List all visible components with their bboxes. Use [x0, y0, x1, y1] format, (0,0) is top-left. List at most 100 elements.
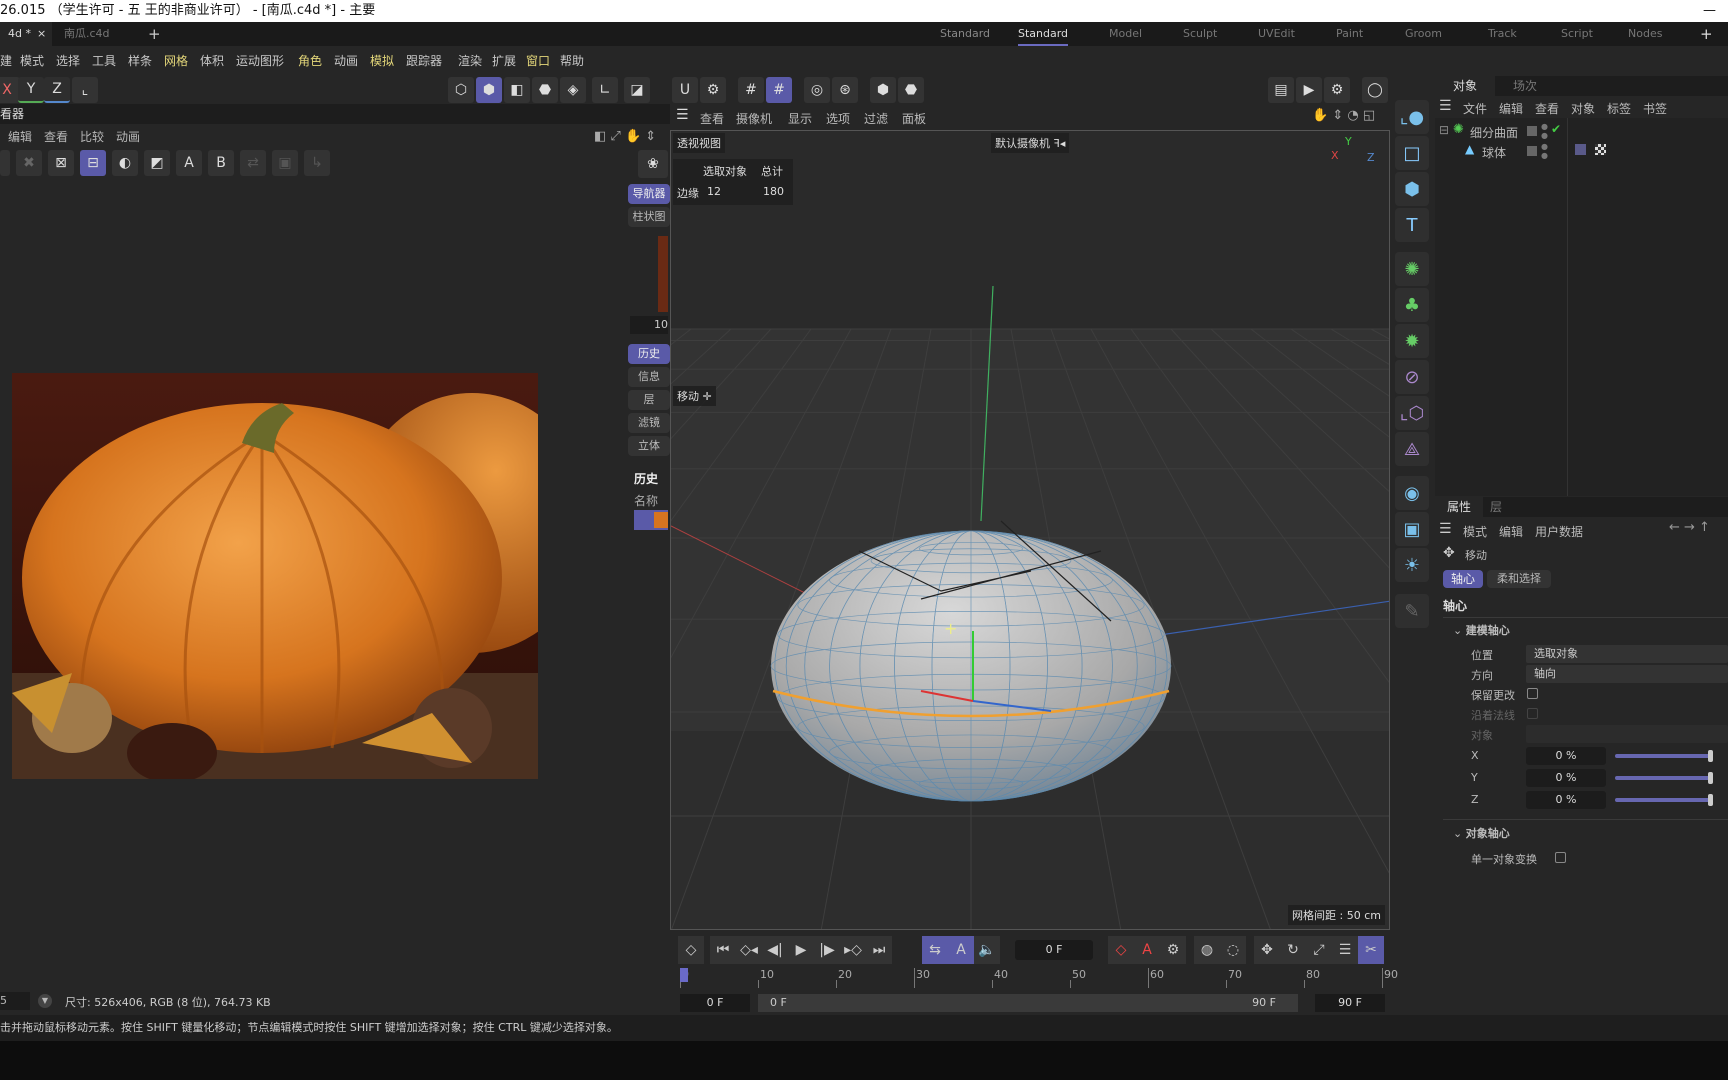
frame-range-slider[interactable]: 0 F 90 F: [758, 994, 1298, 1012]
tab-soft-selection[interactable]: 柔和选择: [1487, 570, 1551, 588]
layout-tab-nodes[interactable]: Nodes: [1628, 22, 1662, 46]
compare-a-button[interactable]: A: [176, 150, 202, 176]
play-icon[interactable]: ▶: [788, 936, 814, 964]
object-axis-icon[interactable]: ⌞●: [1395, 100, 1429, 134]
axis-y-value[interactable]: 0 %: [1526, 769, 1606, 787]
compare-b-button[interactable]: B: [208, 150, 234, 176]
deformer-icon[interactable]: ⬢: [870, 77, 896, 103]
slider-handle[interactable]: [1708, 794, 1713, 806]
motion-icon[interactable]: ◌: [1220, 936, 1246, 964]
slider-handle[interactable]: [1708, 772, 1713, 784]
zoom-value[interactable]: 10: [630, 316, 668, 334]
side-tab[interactable]: 信息: [628, 367, 670, 387]
position-key-icon[interactable]: ✥: [1254, 936, 1280, 964]
playhead[interactable]: [680, 968, 688, 982]
settings-flower-icon[interactable]: ❀: [638, 150, 668, 178]
hamburger-menu-icon[interactable]: ☰: [676, 107, 689, 123]
spline-icon[interactable]: □: [1395, 136, 1429, 170]
3d-viewport[interactable]: + 透视视图 默认摄像机 ꟻ◂ 选取对象 总计 边缘 12 180 移动 ✛ XYZ …: [670, 130, 1390, 930]
object-menu-item[interactable]: 文件: [1463, 100, 1487, 117]
snap-settings-icon[interactable]: ⚙: [700, 77, 726, 103]
layout-tab-script[interactable]: Script: [1561, 22, 1593, 46]
coordinate-system-icon[interactable]: ⌞: [72, 77, 98, 103]
text-icon[interactable]: T: [1395, 208, 1429, 242]
volume-icon[interactable]: ⟁: [1395, 432, 1429, 466]
x-axis-toggle[interactable]: X: [0, 77, 20, 103]
start-frame-field[interactable]: 0 F: [680, 994, 750, 1012]
export-icon[interactable]: ↳: [304, 150, 330, 176]
timeline-ruler[interactable]: 0102030405060708090: [680, 968, 1398, 990]
pla-key-icon[interactable]: ✂: [1358, 936, 1384, 964]
object-menu-item[interactable]: 书签: [1643, 100, 1667, 117]
points-mode-icon[interactable]: ⬡: [448, 77, 474, 103]
mouse-mode-icon[interactable]: ◍: [1194, 936, 1220, 964]
render-view-icon[interactable]: ▤: [1268, 77, 1294, 103]
loop-icon[interactable]: ⇆: [922, 936, 948, 964]
object-row-subdivision-surface[interactable]: ⊟ ✺ 细分曲面 ● ● ✔: [1435, 122, 1575, 142]
menu-item[interactable]: 窗口: [526, 46, 550, 76]
grid-snap-icon[interactable]: #: [766, 77, 792, 103]
viewport-menu-item[interactable]: 查看: [700, 110, 724, 127]
picture-viewer-menu-item[interactable]: 编辑: [8, 126, 32, 148]
side-tab[interactable]: 滤镜: [628, 413, 670, 433]
material-icon[interactable]: ◯: [1362, 77, 1388, 103]
rotation-key-icon[interactable]: ↻: [1280, 936, 1306, 964]
object-name[interactable]: 细分曲面: [1470, 124, 1518, 141]
end-frame-field[interactable]: 90 F: [1315, 994, 1385, 1012]
edges-mode-icon[interactable]: ⬢: [476, 77, 502, 103]
picture-viewer-menu-item[interactable]: 查看: [44, 126, 68, 148]
light-icon[interactable]: ☀: [1395, 548, 1429, 582]
record-keyframe-icon[interactable]: ◇: [1108, 936, 1134, 964]
layout-tab-uvedit[interactable]: UVEdit: [1258, 22, 1295, 46]
object-menu-item[interactable]: 标签: [1607, 100, 1631, 117]
object-menu-item[interactable]: 对象: [1571, 100, 1595, 117]
menu-item[interactable]: 模式: [20, 46, 44, 76]
scale-key-icon[interactable]: ⤢: [1306, 936, 1332, 964]
navigator-thumbnail[interactable]: [658, 236, 668, 312]
layout-tab-paint[interactable]: Paint: [1336, 22, 1363, 46]
phong-tag-icon[interactable]: [1575, 144, 1586, 155]
prev-key-icon[interactable]: ◇◂: [736, 936, 762, 964]
history-nav-arrows[interactable]: ← → ↑: [1669, 520, 1710, 535]
single-transform-checkbox[interactable]: [1555, 852, 1566, 863]
grid-icon[interactable]: #: [738, 77, 764, 103]
menu-item[interactable]: 渲染: [458, 46, 482, 76]
attribute-menu-item[interactable]: 编辑: [1499, 523, 1523, 540]
zoom-field[interactable]: 5: [0, 992, 30, 1010]
menu-item[interactable]: 网格: [164, 46, 188, 76]
current-frame-field[interactable]: 0 F: [1015, 940, 1093, 960]
attribute-menu-item[interactable]: 用户数据: [1535, 523, 1583, 540]
snap-magnet-icon[interactable]: U: [672, 77, 698, 103]
render-icon[interactable]: ⊟: [80, 150, 106, 176]
menu-item[interactable]: 扩展: [492, 46, 516, 76]
solo-icon[interactable]: ◪: [624, 77, 650, 103]
viewport-menu-item[interactable]: 显示: [788, 110, 812, 127]
region-render-icon[interactable]: ⊠: [48, 150, 74, 176]
menu-item[interactable]: 工具: [92, 46, 116, 76]
subdivision-icon[interactable]: ⊛: [832, 77, 858, 103]
sketch-icon[interactable]: ✎: [1395, 594, 1429, 628]
tab-axis[interactable]: 轴心: [1443, 570, 1483, 588]
axis-x-slider[interactable]: [1615, 754, 1710, 758]
keyframe-icon[interactable]: ◇: [678, 936, 704, 964]
enabled-check-icon[interactable]: ✔: [1551, 122, 1561, 136]
render-settings-icon[interactable]: ⚙: [1324, 77, 1350, 103]
side-tab[interactable]: 立体: [628, 436, 670, 456]
keep-changes-checkbox[interactable]: [1527, 688, 1538, 699]
viewport-nav-icons[interactable]: ✋ ⇕ ◔ ◱: [1312, 108, 1375, 123]
go-start-icon[interactable]: ⏮: [710, 936, 736, 964]
layout-tab-track[interactable]: Track: [1488, 22, 1517, 46]
render-icon[interactable]: ▶: [1296, 77, 1322, 103]
axis-mode-icon[interactable]: ∟: [592, 77, 618, 103]
cloner-icon[interactable]: ♣: [1395, 288, 1429, 322]
layers-icon[interactable]: ▣: [272, 150, 298, 176]
viewport-menu-item[interactable]: 过滤: [864, 110, 888, 127]
material-tag-icon[interactable]: [1595, 144, 1606, 155]
tab-attributes[interactable]: 属性: [1435, 497, 1483, 517]
autokey-icon[interactable]: A: [1134, 936, 1160, 964]
menu-item[interactable]: 角色: [298, 46, 322, 76]
attribute-menu-item[interactable]: 模式: [1463, 523, 1487, 540]
tool-icon[interactable]: [0, 150, 10, 176]
menu-item[interactable]: 跟踪器: [406, 46, 442, 76]
prev-frame-icon[interactable]: ◀|: [762, 936, 788, 964]
